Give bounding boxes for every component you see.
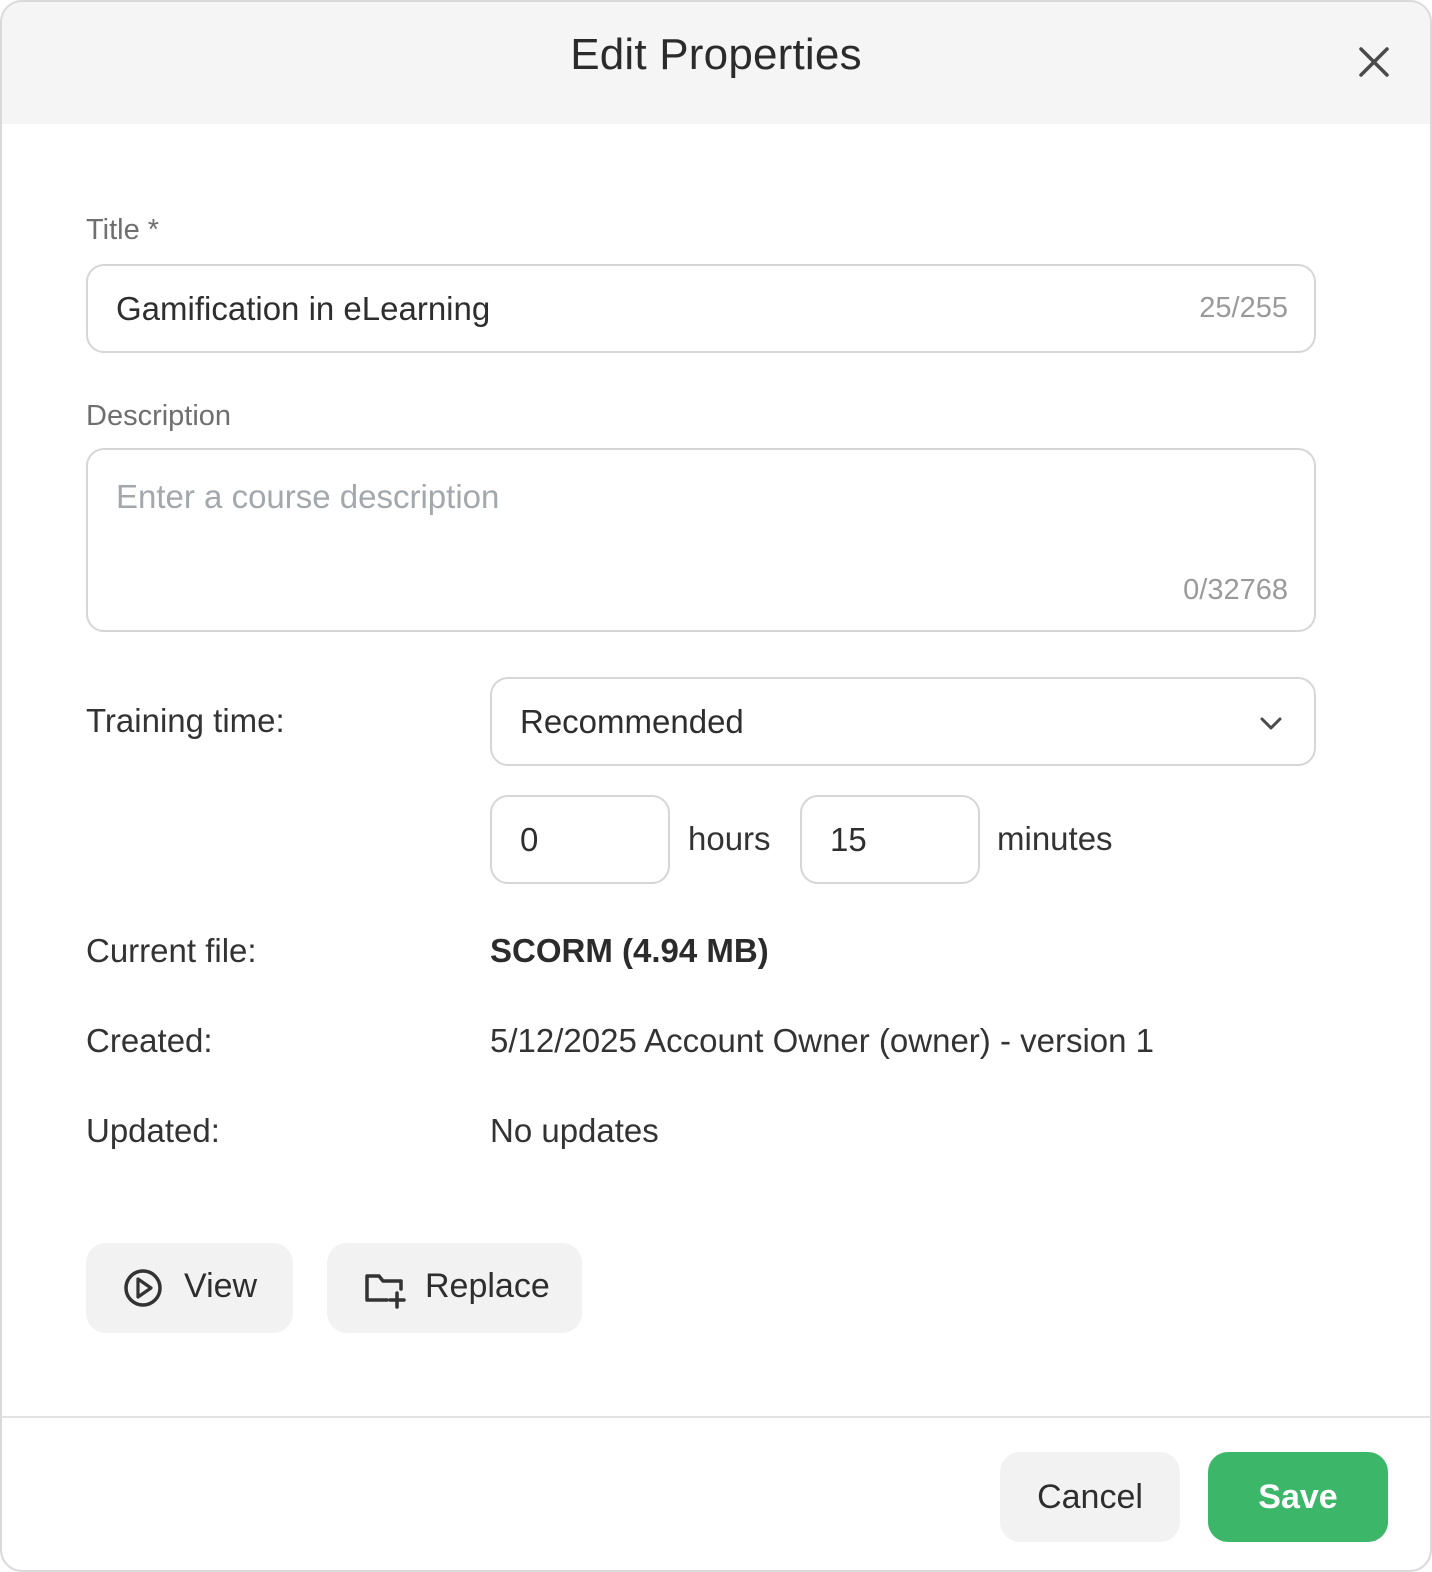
save-button[interactable]: Save xyxy=(1208,1452,1388,1542)
description-placeholder: Enter a course description xyxy=(116,478,500,515)
training-time-select[interactable]: Recommended xyxy=(490,677,1316,766)
hours-input[interactable]: 0 xyxy=(490,795,670,884)
cancel-button[interactable]: Cancel xyxy=(1000,1452,1180,1542)
updated-value: No updates xyxy=(490,1112,659,1149)
hours-unit-label: hours xyxy=(688,820,771,857)
footer-divider xyxy=(2,1416,1430,1418)
view-button[interactable]: View xyxy=(86,1243,293,1333)
hours-value: 0 xyxy=(520,821,539,858)
close-button[interactable] xyxy=(1352,40,1396,84)
dialog-title: Edit Properties xyxy=(570,30,862,79)
current-file-label: Current file: xyxy=(86,932,257,969)
training-time-label: Training time: xyxy=(86,702,285,739)
dialog-header: Edit Properties xyxy=(2,2,1430,124)
created-value: 5/12/2025 Account Owner (owner) - versio… xyxy=(490,1022,1155,1059)
replace-button-label: Replace xyxy=(425,1267,550,1305)
close-icon xyxy=(1359,47,1389,77)
replace-button[interactable]: Replace xyxy=(327,1243,582,1333)
title-label: Title * xyxy=(86,214,160,246)
updated-label: Updated: xyxy=(86,1112,220,1149)
play-circle-icon xyxy=(124,1269,162,1307)
minutes-value: 15 xyxy=(830,821,867,858)
current-file-value: SCORM (4.94 MB) xyxy=(490,932,769,969)
description-textarea[interactable]: Enter a course description 0/32768 xyxy=(86,448,1316,632)
minutes-input[interactable]: 15 xyxy=(800,795,980,884)
description-label: Description xyxy=(86,400,232,432)
title-char-counter: 25/255 xyxy=(1199,292,1288,324)
edit-properties-dialog: Edit Properties Title * Gamification in … xyxy=(0,0,1432,1572)
title-input[interactable]: Gamification in eLearning 25/255 xyxy=(86,264,1316,353)
folder-plus-icon xyxy=(365,1274,406,1309)
training-time-selected: Recommended xyxy=(520,703,744,740)
chevron-down-icon xyxy=(1260,717,1282,730)
view-button-label: View xyxy=(184,1267,258,1305)
title-input-value: Gamification in eLearning xyxy=(116,290,491,327)
created-label: Created: xyxy=(86,1022,213,1059)
description-char-counter: 0/32768 xyxy=(1183,574,1288,606)
minutes-unit-label: minutes xyxy=(997,820,1113,857)
